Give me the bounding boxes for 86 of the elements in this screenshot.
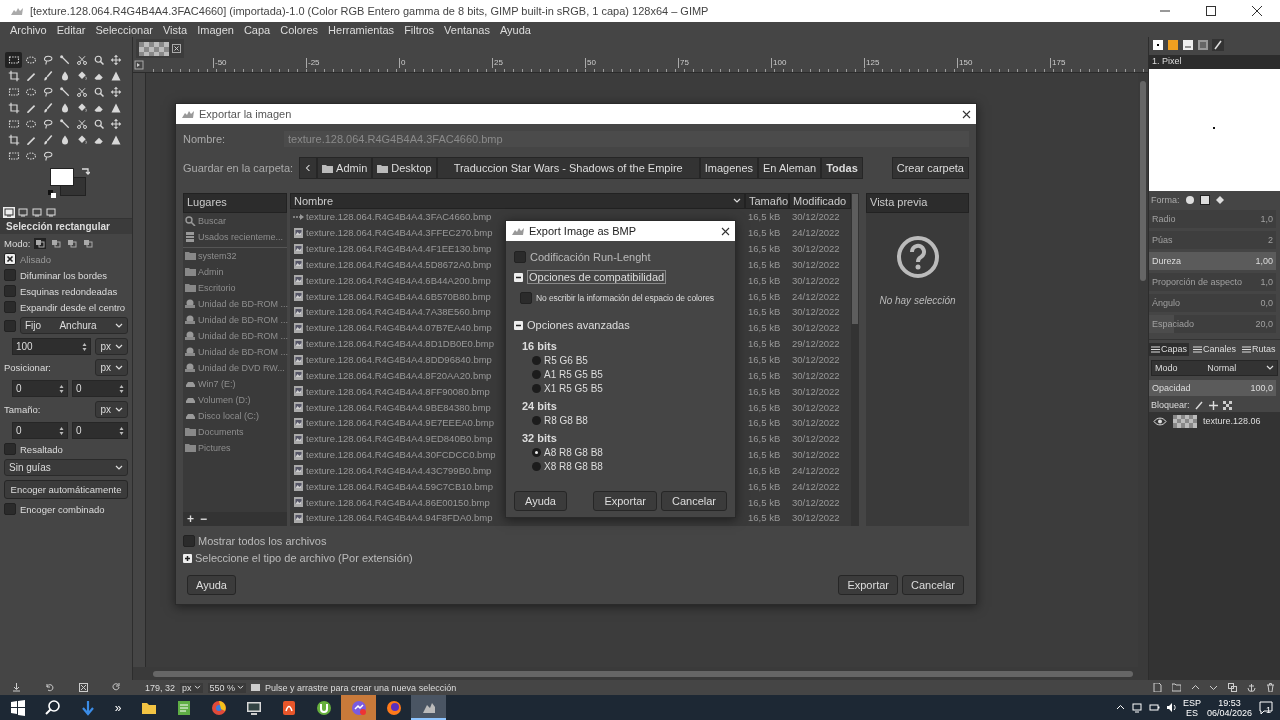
- option-label: Expandir desde el centro: [20, 301, 126, 313]
- option-label: Resaltado: [20, 443, 63, 455]
- group-label: 16 bits: [521, 339, 558, 353]
- file-size: 16,5 kB: [747, 243, 782, 255]
- group-label: 32 bits: [521, 431, 558, 445]
- window-title: [texture.128.064.R4G4B4A4.3FAC4660] (importada)-1.0 (Color RGB Entero gamma de 8 bits, GIMP built-in sRGB, 1 capa) 128x64 – GIMP: [30, 5, 710, 17]
- option-label: Difuminar los bordes: [20, 269, 108, 281]
- shape-label: Forma:: [1151, 195, 1180, 205]
- file-size: 16,5 kB: [747, 274, 782, 286]
- ruler-label: 75: [678, 58, 771, 68]
- radio-label: A1 R5 G5 B5: [544, 368, 603, 380]
- file-size: 16,5 kB: [747, 385, 782, 397]
- file-size: 16,5 kB: [747, 369, 782, 381]
- tool-title: Selección rectangular: [0, 219, 132, 234]
- file-date: 30/12/2022: [791, 274, 841, 286]
- file-date: 30/12/2022: [791, 322, 841, 334]
- file-size: 16,5 kB: [747, 322, 782, 334]
- column-header: Vista previa: [866, 193, 969, 213]
- file-date: 30/12/2022: [791, 433, 841, 445]
- ruler-label: 25: [492, 58, 585, 68]
- file-date: 30/12/2022: [791, 496, 841, 508]
- radio-label: A8 R8 G8 B8: [544, 446, 603, 458]
- size-label: Tamaño:: [4, 404, 41, 415]
- folder-label: Guardar en la carpeta:: [183, 162, 295, 174]
- file-date: 30/12/2022: [791, 449, 841, 461]
- layer-name: texture.128.06: [1203, 416, 1261, 426]
- file-date: 24/12/2022: [791, 480, 841, 492]
- file-date: 24/12/2022: [791, 464, 841, 476]
- ruler-label: 175: [1050, 58, 1143, 68]
- column-header: Lugares: [183, 193, 287, 213]
- ruler-label: 0: [399, 58, 492, 68]
- lock-label: Bloquear:: [1151, 400, 1190, 410]
- file-size: 16,5 kB: [747, 338, 782, 350]
- file-date: 30/12/2022: [791, 243, 841, 255]
- file-size: 16,5 kB: [747, 354, 782, 365]
- group-label: 24 bits: [521, 399, 558, 413]
- ruler-label: -50: [213, 58, 306, 68]
- file-size: 16,5 kB: [747, 449, 782, 461]
- radio-label: X1 R5 G5 B5: [544, 382, 603, 394]
- file-size: 16,5 kB: [747, 306, 782, 318]
- file-size: 16,5 kB: [747, 464, 782, 476]
- option-label: Codificación Run-Lenght: [530, 251, 651, 263]
- file-date: 30/12/2022: [791, 258, 841, 270]
- file-size: 16,5 kB: [747, 480, 782, 492]
- pointer-coordinates: 179, 32: [145, 682, 175, 693]
- file-size: 16,5 kB: [747, 290, 782, 302]
- file-date: 30/12/2022: [791, 417, 841, 429]
- file-date: 24/12/2022: [791, 290, 841, 302]
- file-date: 30/12/2022: [791, 354, 841, 365]
- file-date: 30/12/2022: [791, 512, 841, 524]
- radio-label: X8 R8 G8 B8: [544, 460, 603, 472]
- file-size: 16,5 kB: [747, 496, 782, 508]
- file-size: 16,5 kB: [747, 227, 782, 239]
- file-size: 16,5 kB: [747, 401, 782, 413]
- option-label: Esquinas redondeadas: [20, 285, 118, 297]
- mode-label: Modo:: [4, 238, 31, 249]
- ruler-label: 50: [585, 58, 678, 68]
- ruler-label: 150: [957, 58, 1050, 68]
- brush-name: 1. Pixel: [1149, 55, 1280, 69]
- status-message: Pulse y arrastre para crear una nueva selección: [265, 682, 457, 693]
- radio-label: R5 G6 B5: [544, 354, 588, 366]
- file-size: 16,5 kB: [747, 433, 782, 445]
- option-label: Encoger combinado: [20, 503, 105, 515]
- file-date: 29/12/2022: [791, 338, 841, 350]
- file-size: 16,5 kB: [747, 417, 782, 429]
- file-date: 30/12/2022: [791, 385, 841, 397]
- option-label: Mostrar todos los archivos: [198, 535, 327, 547]
- ruler-label: 125: [864, 58, 957, 68]
- position-label: Posicionar:: [4, 362, 51, 373]
- file-date: 30/12/2022: [791, 211, 841, 223]
- ruler-label: -25: [306, 58, 399, 68]
- file-date: 30/12/2022: [791, 369, 841, 381]
- file-date: 30/12/2022: [791, 401, 841, 413]
- radio-label: R8 G8 B8: [544, 414, 588, 426]
- dialog-title: Exportar la imagen: [199, 108, 293, 120]
- file-size: 16,5 kB: [747, 258, 782, 270]
- preview-message: No hay selección: [879, 295, 956, 306]
- name-label: Nombre:: [183, 133, 227, 145]
- ruler-label: 100: [771, 58, 864, 68]
- option-label: Alisado: [20, 253, 52, 265]
- dialog-title: Export Image as BMP: [529, 225, 637, 237]
- file-date: 30/12/2022: [791, 306, 841, 318]
- file-date: 24/12/2022: [791, 227, 841, 239]
- file-size: 16,5 kB: [747, 512, 782, 524]
- file-size: 16,5 kB: [747, 211, 782, 223]
- option-label: No escribir la información del espacio de colores: [536, 293, 714, 303]
